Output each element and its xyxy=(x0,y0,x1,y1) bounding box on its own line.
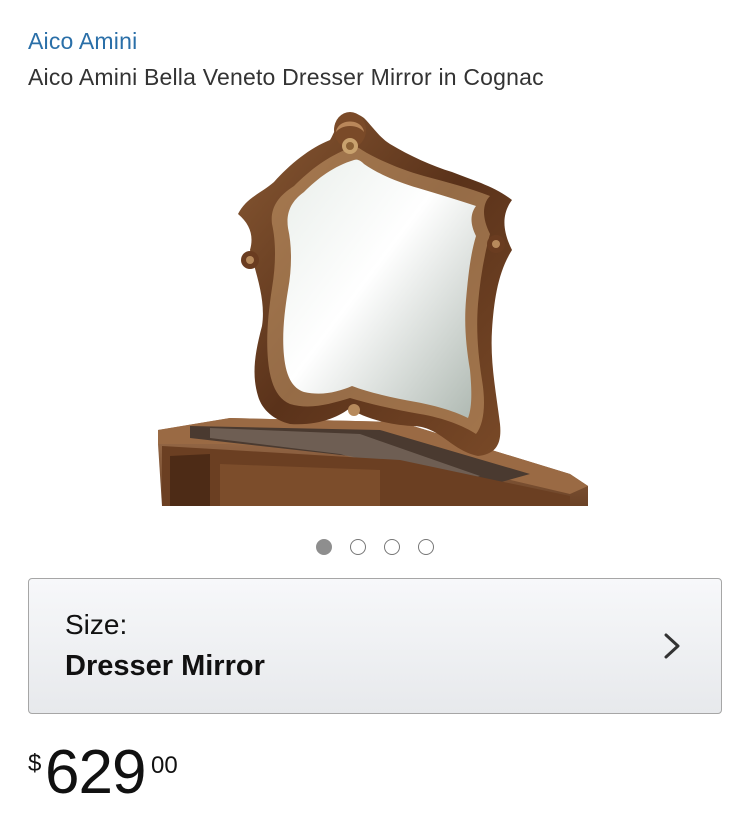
pagination-dot-3[interactable] xyxy=(383,539,400,555)
size-value: Dresser Mirror xyxy=(65,650,265,682)
price-currency: $ xyxy=(28,750,42,777)
brand-link[interactable]: Aico Amini xyxy=(28,28,137,55)
product-image[interactable] xyxy=(150,104,600,506)
pagination-dot-2[interactable] xyxy=(349,539,366,555)
size-selector-button[interactable]: Size: Dresser Mirror xyxy=(28,578,722,714)
mirror-illustration xyxy=(158,112,588,506)
price-whole: 629 xyxy=(45,738,146,807)
size-label: Size: xyxy=(65,609,128,640)
pagination-dot-1[interactable] xyxy=(315,539,332,555)
image-pagination xyxy=(0,539,741,555)
price-fraction: 00 xyxy=(151,752,178,779)
chevron-right-icon xyxy=(664,633,680,659)
product-title: Aico Amini Bella Veneto Dresser Mirror i… xyxy=(28,64,544,90)
pagination-dot-4[interactable] xyxy=(417,539,434,555)
